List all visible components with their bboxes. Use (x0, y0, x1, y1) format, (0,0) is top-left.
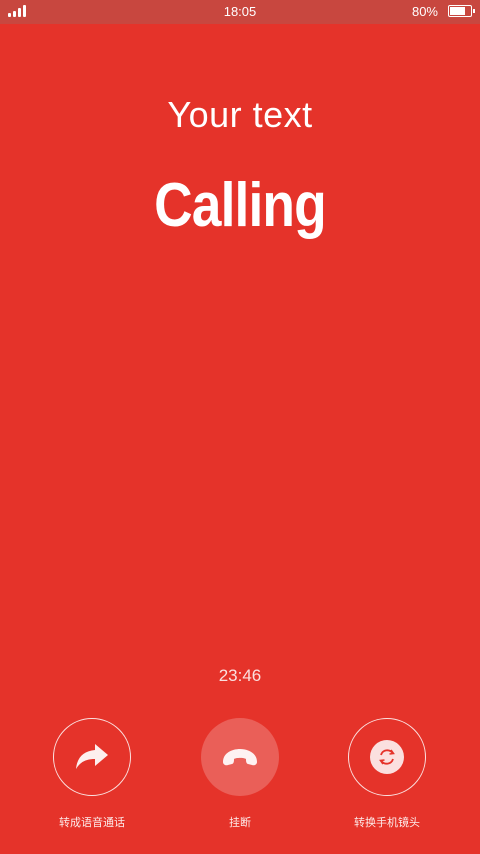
switch-camera-button[interactable] (348, 718, 426, 796)
hang-up-icon (223, 749, 257, 766)
switch-to-voice-action[interactable]: 转成语音通话 (32, 718, 152, 830)
call-duration: 23:46 (218, 666, 262, 685)
calling-title: Calling (154, 171, 327, 240)
caller-subtitle: Your text (167, 94, 313, 135)
hang-up-button[interactable] (201, 718, 279, 796)
switch-camera-label: 转换手机镜头 (354, 817, 420, 829)
status-bar: 18:05 80% (0, 0, 480, 24)
hang-up-action[interactable]: 挂断 (180, 718, 300, 830)
switch-camera-action[interactable]: 转换手机镜头 (327, 718, 447, 830)
battery-percentage: 80% (411, 4, 438, 19)
switch-to-voice-label: 转成语音通话 (59, 817, 125, 829)
status-time: 18:05 (223, 4, 257, 19)
battery-level-fill (450, 7, 465, 15)
camera-switch-icon (370, 740, 404, 774)
battery-icon (448, 5, 475, 17)
forward-arrow-icon (76, 744, 108, 769)
switch-to-voice-button[interactable] (53, 718, 131, 796)
hang-up-label: 挂断 (229, 817, 251, 829)
call-screen: 18:05 80% Your text Calling 23:46 转成语音通话… (0, 0, 480, 854)
